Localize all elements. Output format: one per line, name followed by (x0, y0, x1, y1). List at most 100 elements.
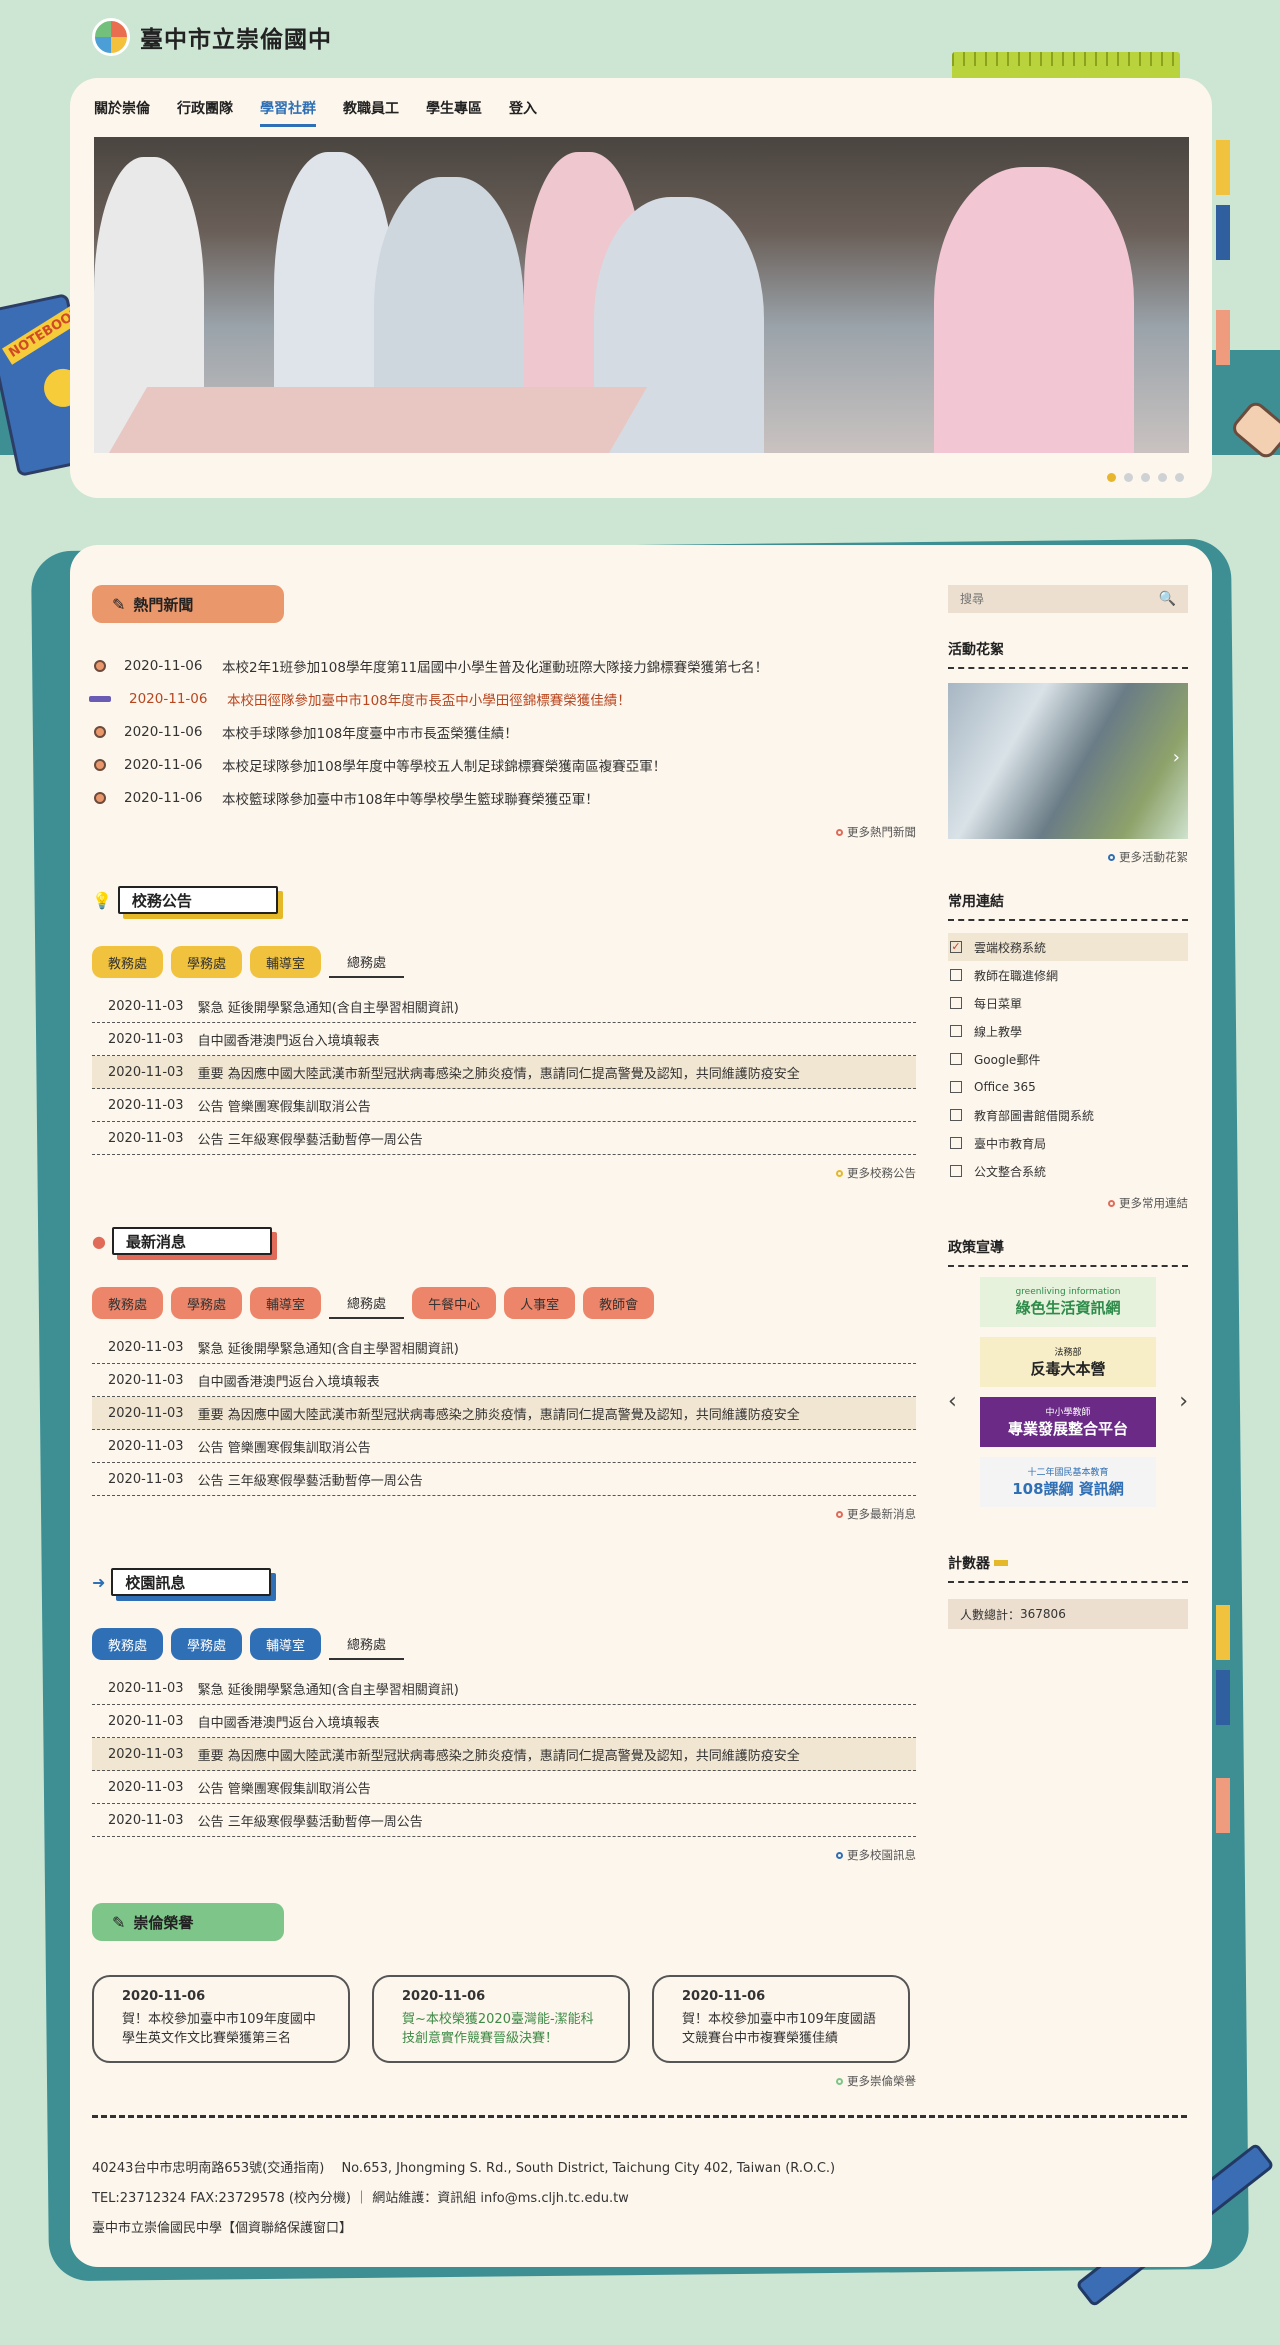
tab-latest-3[interactable]: 總務處 (329, 1287, 405, 1319)
tab-latest-5[interactable]: 人事室 (504, 1287, 576, 1319)
search-icon[interactable]: 🔍 (1159, 591, 1176, 607)
table-row[interactable]: 2020-11-03 自中國香港澳門返台入境填報表 (92, 1705, 916, 1738)
sidebar-link-label: 教師在職進修網 (974, 968, 1059, 983)
gallery-title: 活動花絮 (948, 639, 1188, 669)
sidebar-link-item[interactable]: 公文整合系統 (948, 1157, 1188, 1185)
tab-latest-0[interactable]: 教務處 (92, 1287, 164, 1319)
carousel-dot[interactable] (1175, 473, 1184, 482)
tab-campus-1[interactable]: 學務處 (171, 1628, 243, 1660)
nav-link[interactable]: 行政團隊 (177, 98, 233, 127)
campus-info-head: ➜ 校園訊息 (92, 1562, 916, 1602)
hot-news-item[interactable]: 2020-11-06 本校足球隊參加108學年度中等學校五人制足球錦標賽榮獲南區複… (92, 748, 916, 781)
table-row[interactable]: 2020-11-03 重要 為因應中國大陸武漢市新型冠狀病毒感染之肺炎疫情，惠請同… (92, 1397, 916, 1430)
table-row[interactable]: 2020-11-03 公告 三年級寒假學藝活動暫停一周公告 (92, 1463, 916, 1496)
links-more-link[interactable]: 更多常用連結 (948, 1195, 1188, 1211)
announcements-more-link[interactable]: 更多校務公告 (92, 1165, 916, 1181)
table-row[interactable]: 2020-11-03 公告 管樂團寒假集訓取消公告 (92, 1771, 916, 1804)
hot-news-item[interactable]: 2020-11-06 本校籃球隊參加臺中市108年中等學校學生籃球聯賽榮獲亞軍！ (92, 781, 916, 814)
nav-link[interactable]: 教職員工 (343, 98, 399, 127)
counter-title: 計數器 (948, 1553, 1188, 1583)
sidebar-link-label: 教育部圖書館借閱系統 (974, 1108, 1095, 1123)
honor-card[interactable]: 2020-11-06 賀！本校參加臺中市109年度國語文競賽台中市複賽榮獲佳績 (652, 1975, 910, 2063)
carousel-dot[interactable] (1158, 473, 1167, 482)
latest-news-more-link[interactable]: 更多最新消息 (92, 1506, 916, 1522)
nav-link[interactable]: 登入 (509, 98, 537, 127)
chevron-left-icon[interactable]: ‹ (948, 1389, 957, 1414)
row-date: 2020-11-03 (108, 1471, 184, 1487)
campus-info-more-link[interactable]: 更多校園訊息 (92, 1847, 916, 1863)
policy-banner[interactable]: 十二年國民基本教育 108課綱 資訊網 (980, 1457, 1156, 1507)
honor-card[interactable]: 2020-11-06 賀！本校參加臺中市109年度國中學生英文作文比賽榮獲第三名 (92, 1975, 350, 2063)
hot-news-item[interactable]: 2020-11-06 本校2年1班參加108學年度第11屆國中小學生普及化運動班際… (92, 649, 916, 682)
sidebar-link-item[interactable]: Google郵件 (948, 1045, 1188, 1073)
table-row[interactable]: 2020-11-03 公告 三年級寒假學藝活動暫停一周公告 (92, 1122, 916, 1155)
table-row[interactable]: 2020-11-03 自中國香港澳門返台入境填報表 (92, 1364, 916, 1397)
nav-link[interactable]: 關於崇倫 (94, 98, 150, 127)
sidebar-link-item[interactable]: 每日菜單 (948, 989, 1188, 1017)
more-link-text: 更多常用連結 (1119, 1196, 1188, 1210)
tab-announcements-0[interactable]: 教務處 (92, 946, 164, 978)
more-link-text: 更多校園訊息 (847, 1848, 916, 1862)
table-row[interactable]: 2020-11-03 公告 管樂團寒假集訓取消公告 (92, 1430, 916, 1463)
tab-latest-4[interactable]: 午餐中心 (412, 1287, 497, 1319)
hero-banner-image[interactable] (94, 137, 1189, 453)
carousel-dot[interactable] (1124, 473, 1133, 482)
hot-news-item[interactable]: 2020-11-06 本校手球隊參加108年度臺中市市長盃榮獲佳績！ (92, 715, 916, 748)
carousel-dots[interactable] (1107, 473, 1184, 482)
table-row[interactable]: 2020-11-03 重要 為因應中國大陸武漢市新型冠狀病毒感染之肺炎疫情，惠請同… (92, 1738, 916, 1771)
table-row[interactable]: 2020-11-03 重要 為因應中國大陸武漢市新型冠狀病毒感染之肺炎疫情，惠請同… (92, 1056, 916, 1089)
tab-announcements-3[interactable]: 總務處 (329, 946, 405, 978)
tab-latest-2[interactable]: 輔導室 (250, 1287, 322, 1319)
search-input[interactable] (960, 592, 1140, 606)
site-header[interactable]: 臺中市立崇倫國中 (92, 18, 332, 56)
gallery-more-link[interactable]: 更多活動花絮 (948, 849, 1188, 865)
sidebar-link-item[interactable]: 臺中市教育局 (948, 1129, 1188, 1157)
policy-banner-text: 綠色生活資訊網 (1015, 1298, 1121, 1317)
more-dot-icon (1108, 1199, 1115, 1207)
tab-latest-6[interactable]: 教師會 (583, 1287, 655, 1319)
visitor-counter: 人數總計： 367806 (948, 1599, 1188, 1629)
links-list: ✓ 雲端校務系統教師在職進修網每日菜單 線上教學 Google郵件 Office 365… (948, 933, 1188, 1185)
footer-privacy-link[interactable]: 臺中市立崇倫國民中學【個資聯絡保護窗口】 (92, 2214, 1187, 2244)
row-title: 重要 為因應中國大陸武漢市新型冠狀病毒感染之肺炎疫情，惠請同仁提高警覺及認知，共… (197, 1066, 800, 1082)
sidebar-link-item[interactable]: ✓ 雲端校務系統 (948, 933, 1188, 961)
policy-banner[interactable]: 法務部 反毒大本營 (980, 1337, 1156, 1387)
carousel-dot[interactable] (1141, 473, 1150, 482)
sidebar-link-item[interactable]: Office 365 (948, 1073, 1188, 1101)
announcements-title: 校務公告 (117, 886, 278, 914)
table-row[interactable]: 2020-11-03 緊急 延後開學緊急通知(含自主學習相關資訊) (92, 1331, 916, 1364)
honor-card[interactable]: 2020-11-06 賀~本校榮獲2020臺灣能-潔能科技創意實作競賽晉級決賽！ (372, 1975, 630, 2063)
honors-more-link[interactable]: 更多崇倫榮譽 (92, 2073, 916, 2089)
tab-latest-1[interactable]: 學務處 (171, 1287, 243, 1319)
table-row[interactable]: 2020-11-03 緊急 延後開學緊急通知(含自主學習相關資訊) (92, 1672, 916, 1705)
news-title: 本校田徑隊參加臺中市108年度市長盃中小學田徑錦標賽榮獲佳績！ (227, 692, 631, 709)
tab-announcements-2[interactable]: 輔導室 (250, 946, 322, 978)
checkbox-icon (950, 997, 962, 1009)
table-row[interactable]: 2020-11-03 公告 管樂團寒假集訓取消公告 (92, 1089, 916, 1122)
tab-campus-2[interactable]: 輔導室 (250, 1628, 322, 1660)
hot-news-item[interactable]: 2020-11-06 本校田徑隊參加臺中市108年度市長盃中小學田徑錦標賽榮獲佳績… (89, 682, 916, 715)
gallery-image[interactable]: › (948, 683, 1188, 839)
sidebar-link-item[interactable]: 教育部圖書館借閱系統 (948, 1101, 1188, 1129)
nav-link[interactable]: 學習社群 (260, 98, 316, 127)
policy-banner-sub: 十二年國民基本教育 (1027, 1468, 1109, 1478)
table-row[interactable]: 2020-11-03 自中國香港澳門返台入境填報表 (92, 1023, 916, 1056)
tab-campus-0[interactable]: 教務處 (92, 1628, 164, 1660)
nav-link[interactable]: 學生專區 (426, 98, 482, 127)
row-title: 公告 管樂團寒假集訓取消公告 (197, 1781, 371, 1797)
policy-banner[interactable]: greenliving information 綠色生活資訊網 (980, 1277, 1156, 1327)
chevron-right-icon[interactable]: › (1179, 1389, 1188, 1414)
row-title: 緊急 延後開學緊急通知(含自主學習相關資訊) (197, 1682, 459, 1698)
table-row[interactable]: 2020-11-03 公告 三年級寒假學藝活動暫停一周公告 (92, 1804, 916, 1837)
hot-news-more-link[interactable]: 更多熱門新聞 (92, 824, 916, 840)
policy-banner[interactable]: 中小學教師 專業發展整合平台 (980, 1397, 1156, 1447)
sidebar-link-item[interactable]: 線上教學 (948, 1017, 1188, 1045)
tab-announcements-1[interactable]: 學務處 (171, 946, 243, 978)
chevron-right-icon[interactable]: › (1173, 747, 1180, 768)
search-box: 🔍 (948, 585, 1188, 613)
tab-campus-3[interactable]: 總務處 (329, 1628, 405, 1660)
sidebar-link-item[interactable]: 教師在職進修網 (948, 961, 1188, 989)
table-row[interactable]: 2020-11-03 緊急 延後開學緊急通知(含自主學習相關資訊) (92, 990, 916, 1023)
carousel-dot[interactable] (1107, 473, 1116, 482)
row-title: 公告 三年級寒假學藝活動暫停一周公告 (197, 1132, 423, 1148)
